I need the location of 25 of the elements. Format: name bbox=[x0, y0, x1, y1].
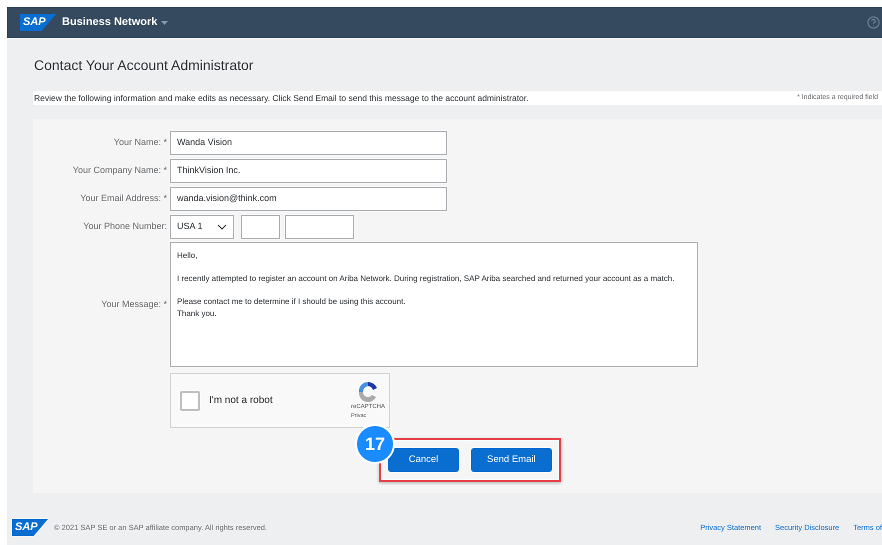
step-badge: 17 bbox=[355, 424, 395, 464]
message-field[interactable]: Hello, I recently attempted to register an account on Ariba Network. During registration, SAP Ariba searched and returned your account as a match. Please contact me to determine if I should be using this account. Thank you. bbox=[170, 242, 698, 367]
field-label: Your Name: * bbox=[114, 136, 167, 150]
field-label: Your Company Name: * bbox=[72, 164, 167, 178]
page-title: Contact Your Account Administrator bbox=[34, 56, 254, 75]
captcha-checkbox[interactable] bbox=[180, 390, 200, 410]
chevron-down-icon bbox=[217, 224, 227, 230]
action-button[interactable]: Cancel bbox=[388, 448, 459, 472]
country-code-dropdown[interactable]: USA 1 bbox=[170, 215, 234, 239]
caret-icon bbox=[161, 20, 168, 24]
sap-logo: SAP bbox=[20, 14, 56, 31]
help-icon[interactable] bbox=[867, 16, 880, 29]
field-label: Your Phone Number: bbox=[83, 220, 167, 234]
phone-number-field[interactable] bbox=[285, 215, 354, 239]
text-field[interactable]: ThinkVision Inc. bbox=[170, 159, 447, 183]
field-label: Your Email Address: * bbox=[80, 192, 167, 206]
product-menu[interactable]: Business Network bbox=[62, 14, 168, 31]
captcha-label: I'm not a robot bbox=[209, 394, 273, 408]
sap-logo: SAP bbox=[12, 519, 48, 536]
text-field[interactable]: wanda.vision@think.com bbox=[170, 187, 447, 211]
instructions-text: Review the following information and make edits as necessary. Click Send Email to send this message to the account administrator. bbox=[34, 92, 529, 104]
field-label: Your Message: * bbox=[101, 298, 167, 311]
action-button[interactable]: Send Email bbox=[471, 448, 552, 472]
area-code-field[interactable] bbox=[241, 215, 280, 239]
text-field[interactable]: Wanda Vision bbox=[170, 131, 447, 155]
